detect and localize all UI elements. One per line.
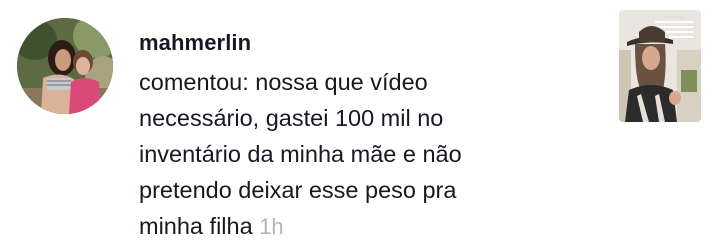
comment-line: pretendo deixar esse peso pra [139, 177, 457, 203]
profile-photo-icon [17, 18, 113, 114]
comment-line: necessário, gastei 100 mil no [139, 105, 444, 131]
video-thumbnail-icon [619, 10, 701, 122]
video-thumbnail[interactable] [619, 10, 701, 122]
comment-notification[interactable]: mahmerlin comentou: nossa que vídeo neces… [0, 0, 718, 243]
user-avatar[interactable] [17, 18, 113, 114]
comment-line: comentou: nossa que vídeo [139, 69, 428, 95]
comment-text: comentou: nossa que vídeo necessário, gas… [139, 64, 579, 245]
comment-line: minha filha [139, 213, 253, 239]
comment-line: inventário da minha mãe e não [139, 141, 462, 167]
notification-content: mahmerlin comentou: nossa que vídeo neces… [139, 30, 579, 245]
timestamp: 1h [259, 214, 284, 239]
username[interactable]: mahmerlin [139, 30, 579, 56]
